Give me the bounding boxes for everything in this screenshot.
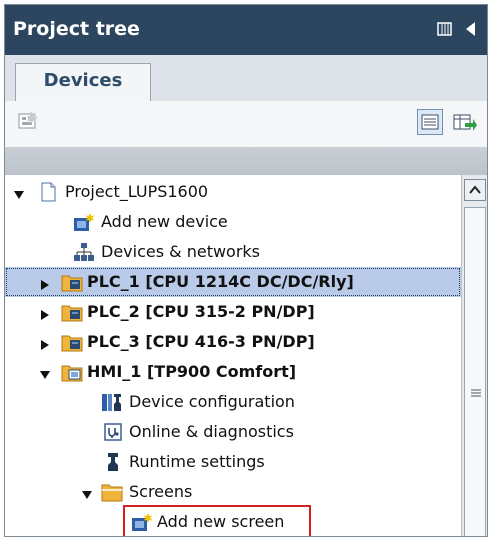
tab-devices[interactable]: Devices	[15, 63, 151, 101]
expanded-arrow-icon[interactable]	[81, 486, 93, 499]
collapsed-arrow-icon[interactable]	[39, 336, 51, 350]
table-arrow-icon[interactable]	[451, 109, 477, 135]
expanded-arrow-icon[interactable]	[39, 366, 51, 379]
plc3-label: PLC_3 [CPU 416-3 PN/DP]	[87, 332, 315, 351]
tree-item-online-diagnostics[interactable]: Online & diagnostics	[5, 417, 461, 447]
vertical-scrollbar[interactable]	[461, 175, 487, 536]
plc-folder-icon	[61, 302, 83, 322]
expanded-arrow-icon[interactable]	[13, 186, 25, 199]
add-screen-icon	[131, 512, 153, 532]
tree-item-add-new-device[interactable]: Add new device	[5, 207, 461, 237]
show-overview-icon[interactable]	[15, 109, 41, 135]
grip-icon	[471, 389, 481, 397]
tree-item-hmi1[interactable]: HMI_1 [TP900 Comfort]	[5, 357, 461, 387]
list-view-icon[interactable]	[417, 109, 443, 135]
pin-panel-icon[interactable]	[435, 19, 455, 39]
add-new-screen-label: Add new screen	[157, 512, 285, 531]
add-device-icon	[73, 212, 95, 232]
scroll-thumb[interactable]	[464, 207, 486, 536]
toolbar	[5, 101, 487, 147]
plc1-label: PLC_1 [CPU 1214C DC/DC/Rly]	[87, 272, 354, 291]
tree-item-devices-networks[interactable]: Devices & networks	[5, 237, 461, 267]
tree-item-plc3[interactable]: PLC_3 [CPU 416-3 PN/DP]	[5, 327, 461, 357]
collapsed-arrow-icon[interactable]	[39, 276, 51, 290]
tab-strip: Devices	[5, 55, 487, 102]
panel-title: Project tree	[13, 18, 140, 40]
online-diagnostics-label: Online & diagnostics	[129, 422, 294, 441]
collapsed-arrow-icon[interactable]	[39, 306, 51, 320]
runtime-settings-icon	[103, 452, 125, 472]
plc-folder-icon	[61, 332, 83, 352]
device-configuration-icon	[101, 392, 123, 412]
tree-item-plc1[interactable]: PLC_1 [CPU 1214C DC/DC/Rly]	[5, 267, 461, 297]
add-new-device-label: Add new device	[101, 212, 228, 231]
tree-header-bar	[5, 147, 487, 176]
tree-item-project[interactable]: Project_LUPS1600	[5, 177, 461, 207]
devices-networks-label: Devices & networks	[101, 242, 261, 261]
screens-label: Screens	[129, 482, 193, 501]
project-tree-panel: Project tree Devices Project_LUPS1600 Ad…	[4, 4, 488, 537]
tree-item-runtime-settings[interactable]: Runtime settings	[5, 447, 461, 477]
hmi1-label: HMI_1 [TP900 Comfort]	[87, 362, 297, 381]
folder-icon	[101, 482, 123, 502]
device-configuration-label: Device configuration	[129, 392, 295, 411]
collapse-panel-icon[interactable]	[461, 19, 481, 39]
hmi-folder-icon	[61, 362, 83, 382]
network-icon	[73, 242, 95, 262]
scroll-up-button[interactable]	[464, 179, 486, 201]
tree-item-add-new-screen[interactable]: Add new screen	[5, 505, 461, 536]
plc-folder-icon	[61, 272, 83, 292]
project-name: Project_LUPS1600	[65, 182, 209, 201]
title-bar: Project tree	[5, 5, 487, 55]
project-tree: Project_LUPS1600 Add new device Devices …	[5, 175, 461, 536]
tree-item-plc2[interactable]: PLC_2 [CPU 315-2 PN/DP]	[5, 297, 461, 327]
plc2-label: PLC_2 [CPU 315-2 PN/DP]	[87, 302, 315, 321]
runtime-settings-label: Runtime settings	[129, 452, 265, 471]
tree-item-screens[interactable]: Screens	[5, 477, 461, 507]
diagnostics-icon	[103, 422, 125, 442]
project-file-icon	[37, 182, 59, 202]
tree-item-device-configuration[interactable]: Device configuration	[5, 387, 461, 417]
